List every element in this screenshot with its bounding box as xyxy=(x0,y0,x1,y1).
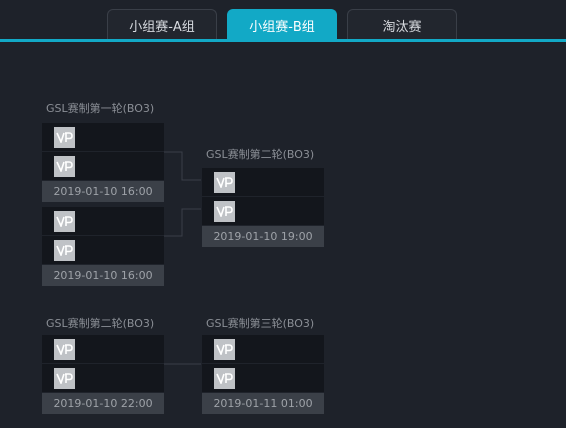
team-slot[interactable] xyxy=(42,335,164,364)
match-r1-1: 2019-01-10 16:00 xyxy=(42,123,164,202)
match-time: 2019-01-11 01:00 xyxy=(202,393,324,414)
vp-logo-icon xyxy=(54,126,75,148)
match-time: 2019-01-10 16:00 xyxy=(42,265,164,286)
team-slot[interactable] xyxy=(202,335,324,364)
tab-underline xyxy=(0,39,566,42)
round2-upper-title: GSL赛制第二轮(BO3) xyxy=(206,148,315,161)
vp-logo-icon xyxy=(54,338,75,360)
match-time: 2019-01-10 22:00 xyxy=(42,393,164,414)
match-time: 2019-01-10 16:00 xyxy=(42,181,164,202)
group-tabs: 小组赛-A组 小组赛-B组 淘汰赛 xyxy=(0,0,566,42)
team-slot[interactable] xyxy=(42,236,164,265)
round3-title: GSL赛制第三轮(BO3) xyxy=(206,317,315,330)
connector-r1m1-to-r2-upper xyxy=(164,151,201,181)
connector-r1m2-to-r2-upper xyxy=(164,208,201,237)
tab-group-b[interactable]: 小组赛-B组 xyxy=(227,9,337,40)
vp-logo-icon xyxy=(54,155,75,177)
vp-logo-icon xyxy=(214,200,235,222)
match-time: 2019-01-10 19:00 xyxy=(202,226,324,247)
tab-knockout[interactable]: 淘汰赛 xyxy=(347,9,457,40)
team-slot[interactable] xyxy=(42,207,164,236)
match-r2-lower: 2019-01-10 22:00 xyxy=(42,335,164,414)
vp-logo-icon xyxy=(54,239,75,261)
team-slot[interactable] xyxy=(202,168,324,197)
vp-logo-icon xyxy=(54,367,75,389)
match-r1-2: 2019-01-10 16:00 xyxy=(42,207,164,286)
vp-logo-icon xyxy=(214,367,235,389)
round2-lower-title: GSL赛制第二轮(BO3) xyxy=(46,317,155,330)
vp-logo-icon xyxy=(214,171,235,193)
team-slot[interactable] xyxy=(202,197,324,226)
team-slot[interactable] xyxy=(42,152,164,181)
tab-group-a[interactable]: 小组赛-A组 xyxy=(107,9,217,40)
team-slot[interactable] xyxy=(42,364,164,393)
team-slot[interactable] xyxy=(202,364,324,393)
match-r2-upper: 2019-01-10 19:00 xyxy=(202,168,324,247)
team-slot[interactable] xyxy=(42,123,164,152)
vp-logo-icon xyxy=(214,338,235,360)
round1-title: GSL赛制第一轮(BO3) xyxy=(46,102,155,115)
match-r3: 2019-01-11 01:00 xyxy=(202,335,324,414)
vp-logo-icon xyxy=(54,210,75,232)
